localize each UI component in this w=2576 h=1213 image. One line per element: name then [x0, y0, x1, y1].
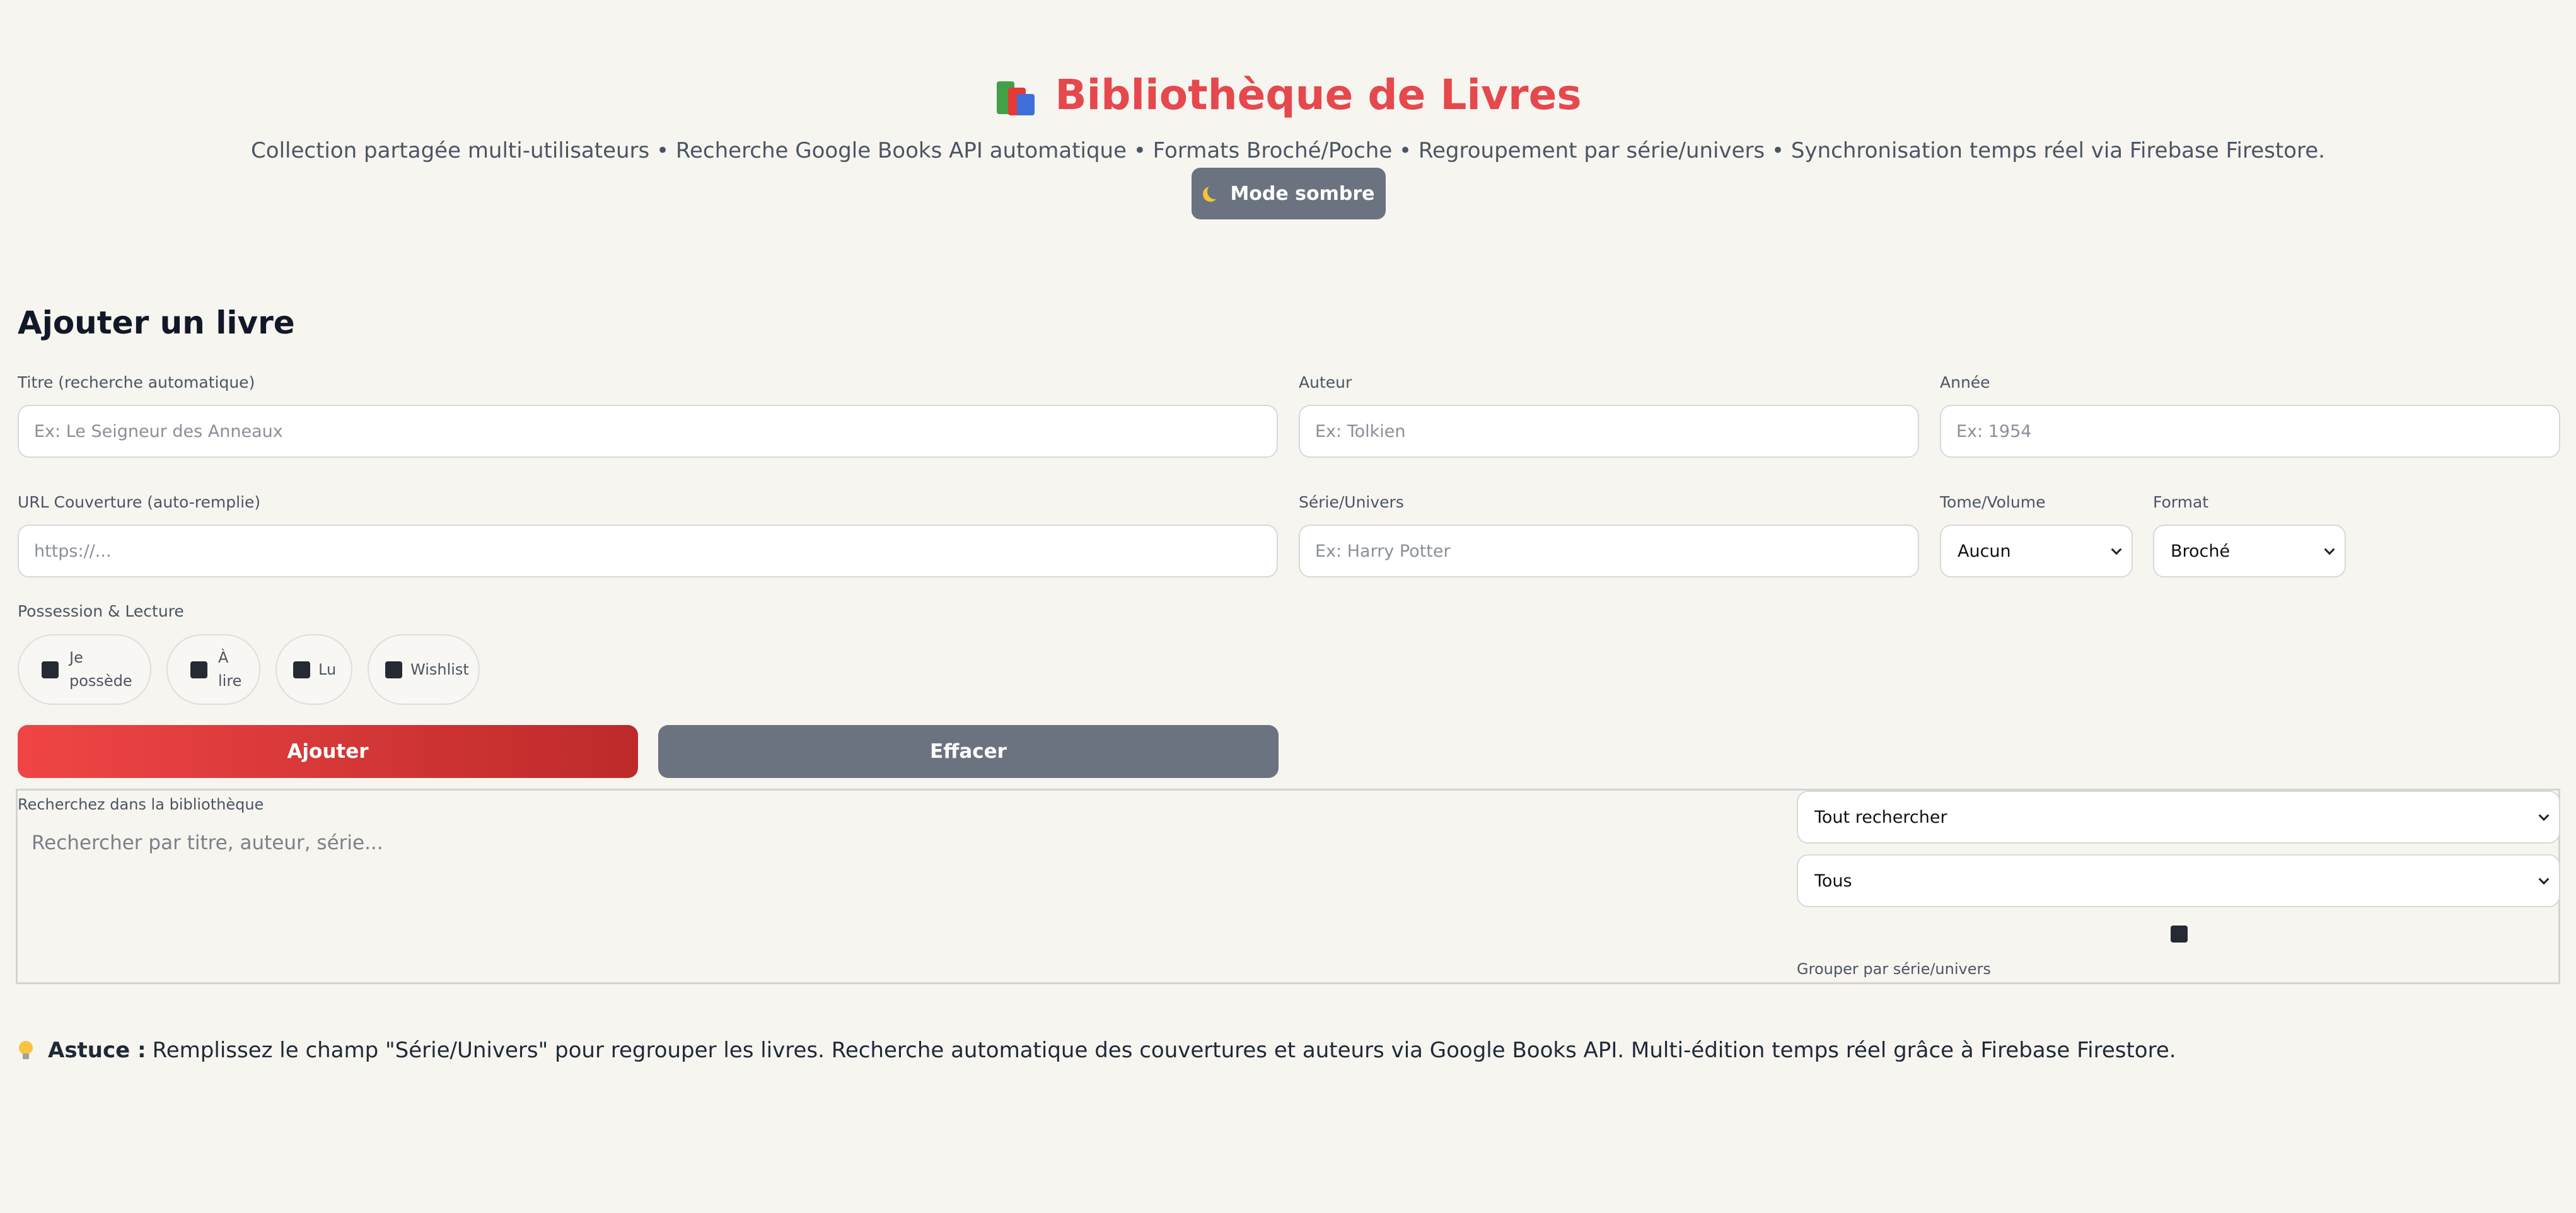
- read-label: Lu: [318, 660, 337, 678]
- to-read-label: Àlire: [218, 649, 242, 690]
- chevron-down-icon: [2538, 874, 2550, 885]
- title-input[interactable]: [18, 405, 1278, 458]
- page-title: Bibliothèque de Livres: [0, 64, 2576, 125]
- books-icon: [994, 74, 1036, 115]
- checkbox-box[interactable]: [190, 661, 207, 678]
- search-input[interactable]: [18, 822, 1783, 864]
- page-subtitle: Collection partagée multi-utilisateurs •…: [251, 138, 2325, 163]
- chevron-down-icon: [2324, 544, 2335, 555]
- tip-text: Astuce : Remplissez le champ "Série/Univ…: [19, 1038, 2176, 1063]
- tip-prefix: Astuce :: [48, 1038, 146, 1063]
- page-title-text: Bibliothèque de Livres: [1055, 70, 1582, 119]
- year-label: Année: [1940, 373, 1990, 392]
- author-label: Auteur: [1299, 373, 1352, 392]
- cover-url-label: URL Couverture (auto-remplie): [18, 493, 261, 511]
- group-by-series-label: Grouper par série/univers: [1797, 960, 1991, 978]
- series-input[interactable]: [1299, 525, 1919, 577]
- lightbulb-icon: [19, 1041, 33, 1060]
- search-scope-value: Tout rechercher: [1814, 807, 1947, 827]
- search-label: Recherchez dans la bibliothèque: [18, 796, 264, 813]
- checkbox-box[interactable]: [385, 661, 402, 678]
- chevron-down-icon: [2538, 810, 2550, 821]
- group-by-series-checkbox[interactable]: [2171, 926, 2188, 943]
- series-label: Série/Univers: [1299, 493, 1404, 511]
- read-checkbox[interactable]: Lu: [276, 634, 352, 705]
- format-select[interactable]: Broché: [2153, 525, 2346, 577]
- wishlist-label: Wishlist: [410, 660, 469, 678]
- moon-icon: [1207, 184, 1222, 199]
- status-filter-select[interactable]: Tous: [1797, 854, 2560, 907]
- status-filter-value: Tous: [1814, 871, 1852, 891]
- search-scope-select[interactable]: Tout rechercher: [1797, 791, 2560, 844]
- possession-label: Possession & Lecture: [18, 602, 184, 620]
- author-input[interactable]: [1299, 405, 1919, 458]
- owned-label: Je possède: [69, 649, 132, 690]
- volume-select[interactable]: Aucun: [1940, 525, 2133, 577]
- volume-label: Tome/Volume: [1940, 493, 2046, 511]
- to-read-checkbox[interactable]: Àlire: [166, 634, 260, 705]
- title-label: Titre (recherche automatique): [18, 373, 255, 392]
- checkbox-box[interactable]: [42, 661, 59, 678]
- tip-body: Remplissez le champ "Série/Univers" pour…: [152, 1038, 2176, 1063]
- dark-mode-label: Mode sombre: [1230, 182, 1375, 205]
- add-button[interactable]: Ajouter: [18, 725, 638, 778]
- format-value: Broché: [2171, 541, 2231, 561]
- wishlist-checkbox[interactable]: Wishlist: [368, 634, 480, 705]
- checkbox-box[interactable]: [293, 661, 310, 678]
- chevron-down-icon: [2111, 544, 2122, 555]
- cover-url-input[interactable]: [18, 525, 1278, 577]
- owned-checkbox[interactable]: Je possède: [18, 634, 151, 705]
- year-input[interactable]: [1940, 405, 2560, 458]
- volume-value: Aucun: [1958, 541, 2011, 561]
- dark-mode-button[interactable]: Mode sombre: [1192, 168, 1386, 219]
- format-label: Format: [2153, 493, 2209, 511]
- add-book-heading: Ajouter un livre: [18, 305, 295, 341]
- clear-button[interactable]: Effacer: [658, 725, 1279, 778]
